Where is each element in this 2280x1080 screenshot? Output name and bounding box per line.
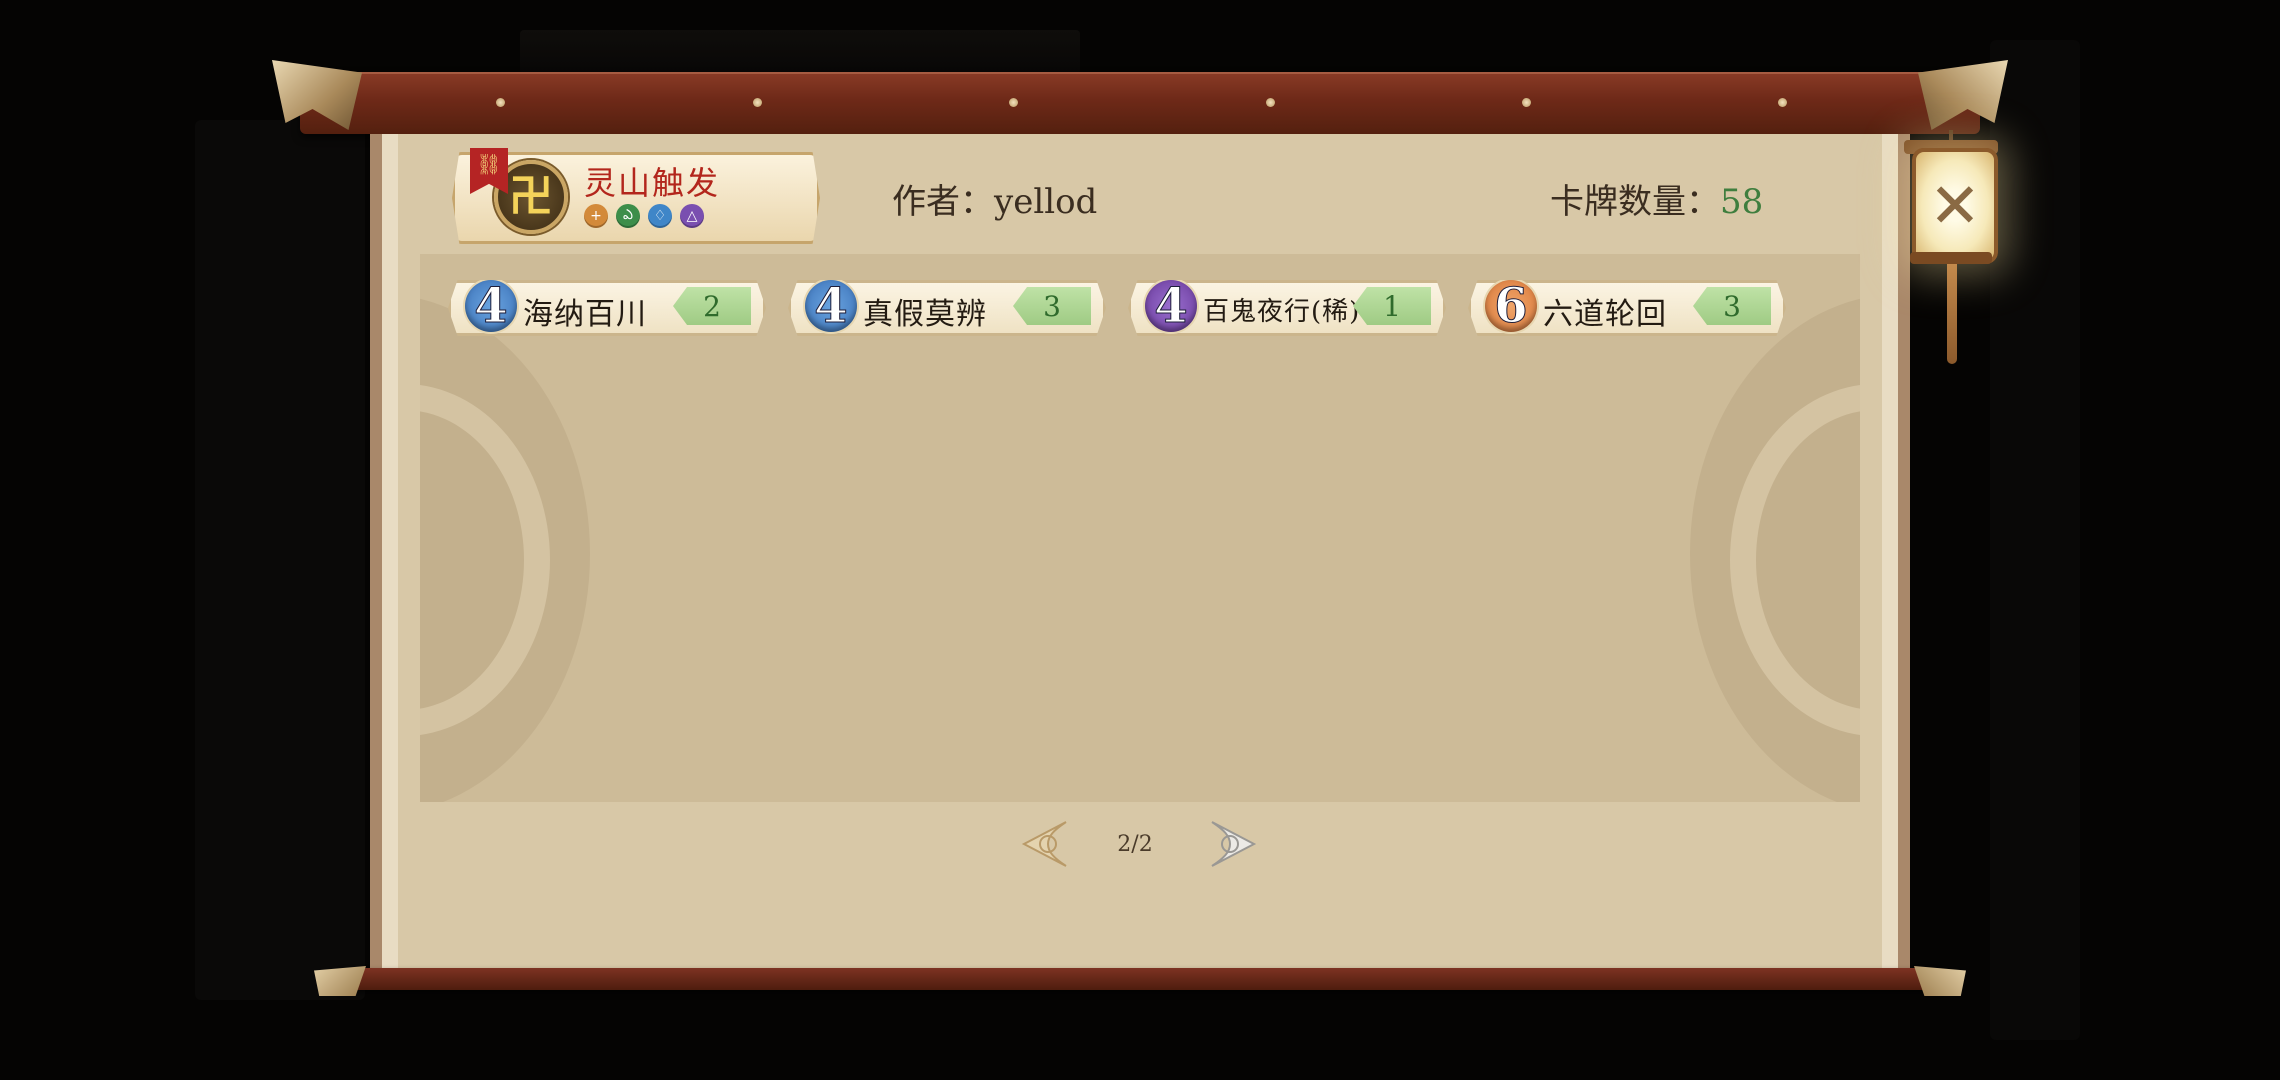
- close-button[interactable]: ✕: [1912, 148, 1998, 264]
- rod-nail: [753, 98, 762, 107]
- deck-element-icons: + ఎ ♢ △: [584, 204, 704, 228]
- prev-page-button[interactable]: [1018, 818, 1068, 870]
- card-name: 海纳百川: [523, 297, 647, 332]
- card-quantity: 2: [673, 287, 751, 325]
- plus-icon: +: [584, 204, 608, 228]
- scroll-top-rod: [300, 72, 1980, 134]
- rod-nail: [1778, 98, 1787, 107]
- mountain-icon: △: [680, 204, 704, 228]
- card-list-area: [420, 254, 1860, 802]
- card-quantity: 1: [1353, 287, 1431, 325]
- card-count-label: 卡牌数量：: [1550, 182, 1720, 222]
- rod-nail: [1266, 98, 1275, 107]
- water-icon: ♢: [648, 204, 672, 228]
- card-item[interactable]: 4 真假莫辨 3: [788, 280, 1106, 336]
- swirl-decoration-left: [420, 294, 590, 802]
- card-quantity: 3: [1693, 287, 1771, 325]
- card-item[interactable]: 4 海纳百川 2: [448, 280, 766, 336]
- cost-badge: 4: [1145, 280, 1197, 335]
- cloud-right-arrow-icon: [1211, 821, 1257, 867]
- swirl-decoration-right: [1690, 294, 1860, 802]
- card-name: 六道轮回: [1543, 297, 1667, 332]
- rod-nail: [1522, 98, 1531, 107]
- card-quantity: 3: [1013, 287, 1091, 325]
- cloud-left-arrow-icon: [1021, 821, 1067, 867]
- close-icon: ✕: [1929, 169, 1981, 242]
- lantern-tassel: [1947, 264, 1957, 364]
- next-page-button[interactable]: [1210, 818, 1260, 870]
- rod-bottom-cap-right: [1914, 966, 1966, 996]
- card-item[interactable]: 4 百鬼夜行(稀) 1: [1128, 280, 1446, 336]
- background-panel-left: [195, 120, 365, 1000]
- cost-badge: 4: [465, 280, 517, 335]
- card-count: 卡牌数量：58: [1550, 174, 1763, 223]
- cost-badge: 4: [805, 280, 857, 335]
- cost-badge: 6: [1485, 280, 1537, 335]
- rod-nail: [1009, 98, 1018, 107]
- leaf-icon: ఎ: [616, 204, 640, 228]
- background-tabs: [520, 30, 1080, 74]
- rod-nail: [496, 98, 505, 107]
- background-panel-right: [1990, 40, 2080, 1040]
- deck-name: 灵山触发: [584, 164, 721, 202]
- card-count-value: 58: [1720, 182, 1764, 222]
- card-item[interactable]: 6 六道轮回 3: [1468, 280, 1786, 336]
- card-name: 真假莫辨: [863, 297, 987, 332]
- lantern-bottom: [1910, 252, 1992, 264]
- scroll-bottom-rod: [340, 968, 1940, 990]
- author-label: 作者：yellod: [892, 182, 1098, 222]
- card-name: 百鬼夜行(稀): [1203, 297, 1361, 327]
- page-indicator: 2/2: [1117, 832, 1153, 857]
